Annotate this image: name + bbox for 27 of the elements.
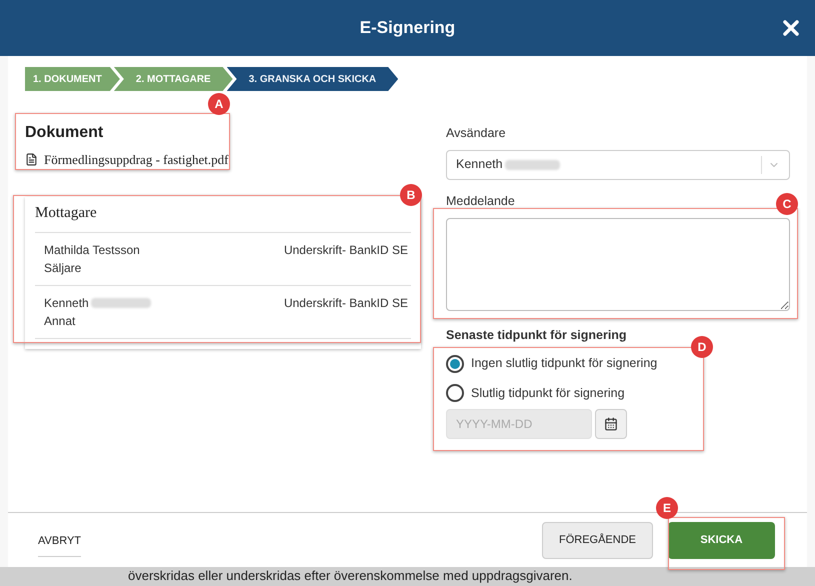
- send-button[interactable]: SKICKA: [668, 522, 775, 558]
- recipient-role: Annat: [44, 313, 76, 330]
- signing-method: Underskrift- BankID SE: [284, 295, 408, 312]
- previous-button[interactable]: FÖREGÅENDE: [542, 522, 653, 558]
- document-link[interactable]: Förmedlingsuppdrag - fastighet.pdf: [44, 150, 228, 170]
- sender-label: Avsändare: [446, 125, 506, 142]
- recipients-heading: Mottagare: [35, 202, 411, 233]
- deadline-label: Senaste tidpunkt för signering: [446, 326, 627, 344]
- cancel-button[interactable]: AVBRYT: [38, 532, 81, 558]
- backdrop-text: överskridas eller underskridas efter överenskommelse med uppdragsgivaren.: [128, 568, 572, 584]
- recipient-role: Säljare: [44, 260, 82, 277]
- recipient-name: Kenneth: [44, 295, 89, 312]
- signing-method: Underskrift- BankID SE: [284, 242, 408, 259]
- radio-button[interactable]: [446, 384, 464, 402]
- wizard-step[interactable]: 3. GRANSKA OCH SKICKA: [226, 67, 398, 91]
- sender-select[interactable]: Kenneth: [446, 150, 790, 180]
- message-label: Meddelande: [446, 192, 515, 210]
- sender-value: Kenneth: [456, 156, 503, 174]
- recipient-name: Mathilda Testsson: [44, 242, 140, 259]
- pdf-file-icon: [25, 153, 38, 166]
- radio-button[interactable]: [446, 354, 464, 373]
- message-field[interactable]: [446, 218, 790, 310]
- dialog-title: E-Signering: [360, 17, 456, 40]
- deadline-radio-option[interactable]: Slutlig tidpunkt för signering: [446, 384, 790, 403]
- calendar-icon: [604, 416, 618, 431]
- calendar-button[interactable]: [595, 408, 627, 439]
- document-heading: Dokument: [25, 123, 104, 143]
